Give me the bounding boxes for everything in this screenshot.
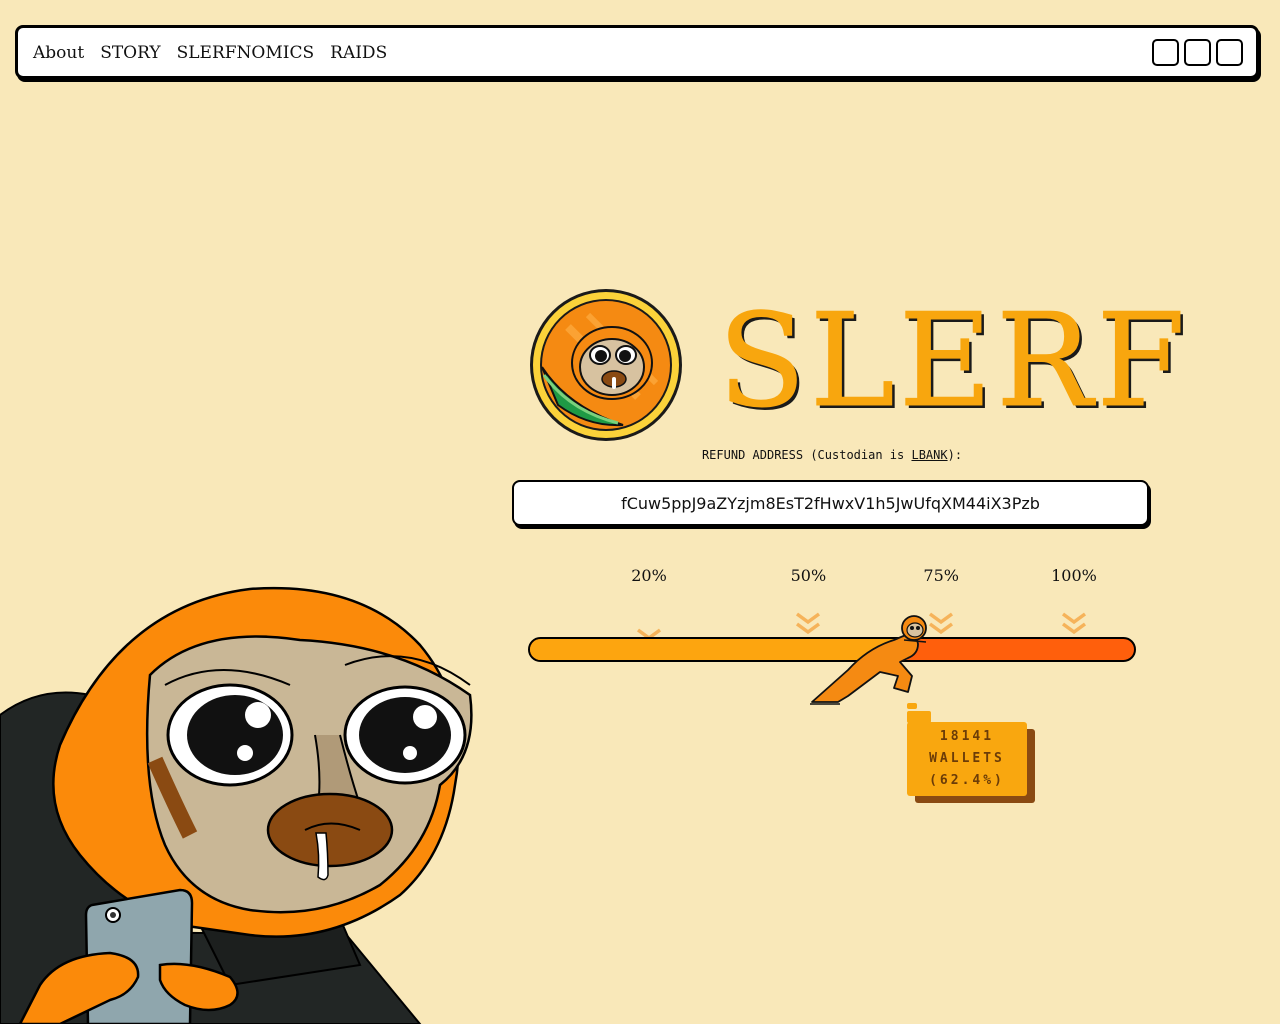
slerf-coin-logo — [530, 289, 682, 441]
chevron-stroke — [1061, 612, 1087, 625]
progress-marker-label: 50% — [790, 566, 827, 585]
refund-label-prefix: REFUND ADDRESS (Custodian is — [701, 448, 912, 462]
chevron-down-icon — [1061, 612, 1087, 635]
wallet-tab-icon — [907, 703, 931, 723]
chevron-stroke — [1061, 622, 1087, 635]
nav-links: About STORY SLERFNOMICS RAIDS — [33, 28, 387, 78]
progress-marker-label: 75% — [923, 566, 959, 585]
sloth-mascot-illustration — [0, 586, 473, 1024]
wallet-percent: (62.4%) — [929, 773, 1005, 788]
twitter-icon[interactable] — [1184, 39, 1211, 66]
nav-link-about[interactable]: About — [33, 43, 84, 63]
custodian-link[interactable]: LBANK — [911, 448, 947, 462]
pushing-sloth-icon — [810, 615, 927, 705]
wallet-count: 18141 — [939, 729, 995, 744]
chart-icon[interactable] — [1216, 39, 1243, 66]
refund-address-box[interactable]: fCuw5ppJ9aZYzjm8EsT2fHwxV1h5JwUfqXM44iX3… — [512, 480, 1149, 526]
nav-link-raids[interactable]: RAIDS — [330, 43, 387, 63]
social-icons — [1152, 39, 1243, 66]
wallet-label: WALLETS — [929, 751, 1005, 766]
nav-link-slerfnomics[interactable]: SLERFNOMICS — [177, 43, 315, 63]
progress-marker-label: 100% — [1051, 566, 1097, 585]
refund-address-label: REFUND ADDRESS (Custodian is LBANK): — [512, 448, 1152, 462]
brand-title: SLERF — [717, 287, 1190, 436]
refund-label-suffix: ): — [947, 448, 963, 462]
top-nav: About STORY SLERFNOMICS RAIDS — [15, 25, 1259, 79]
telegram-icon[interactable] — [1152, 39, 1179, 66]
nav-link-story[interactable]: STORY — [100, 43, 160, 63]
progress-marker-label: 20% — [631, 566, 667, 585]
wallet-count-card: 18141 WALLETS (62.4%) — [907, 722, 1027, 796]
